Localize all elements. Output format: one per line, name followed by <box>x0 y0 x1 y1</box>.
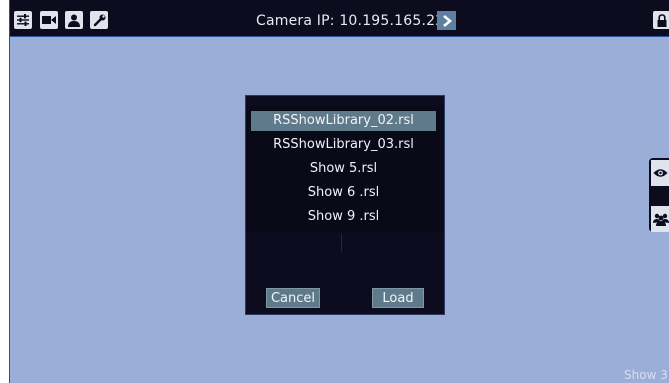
load-button[interactable]: Load <box>372 288 424 308</box>
file-list-item[interactable]: Show 5.rsl <box>251 159 436 179</box>
file-list-item[interactable]: RSShowLibrary_03.rsl <box>251 135 436 155</box>
group-icon <box>652 213 669 226</box>
side-panel <box>649 158 669 232</box>
file-list-item[interactable]: Show 9 .rsl <box>251 207 436 227</box>
camera-button[interactable] <box>40 11 58 29</box>
eye-icon <box>653 169 668 177</box>
view-button[interactable] <box>651 160 669 186</box>
file-list[interactable]: RSShowLibrary_02.rsl RSShowLibrary_03.rs… <box>246 106 444 232</box>
lock-icon <box>657 13 666 27</box>
main-viewport: Camera IP: 10.195.165.22 RSShowLibrary_0… <box>9 0 669 383</box>
user-icon <box>68 14 80 27</box>
top-toolbar: Camera IP: 10.195.165.22 <box>10 0 669 37</box>
user-button[interactable] <box>65 11 83 29</box>
file-list-item[interactable]: RSShowLibrary_02.rsl <box>251 111 436 131</box>
divider <box>341 234 342 252</box>
file-list-item[interactable]: Show 6 .rsl <box>251 183 436 203</box>
chevron-right-icon <box>442 14 452 27</box>
load-show-dialog: RSShowLibrary_02.rsl RSShowLibrary_03.rs… <box>245 95 445 315</box>
camera-ip-label: Camera IP: 10.195.165.22 <box>256 13 445 29</box>
next-camera-button[interactable] <box>437 11 456 30</box>
lock-button[interactable] <box>653 11 669 29</box>
settings-button[interactable] <box>14 11 32 29</box>
video-camera-icon <box>42 16 56 24</box>
wrench-icon <box>93 14 105 26</box>
group-button[interactable] <box>651 206 669 232</box>
sliders-icon <box>17 14 29 26</box>
tools-button[interactable] <box>90 11 108 29</box>
current-show-label: Show 3 <box>624 368 668 382</box>
cancel-button[interactable]: Cancel <box>266 288 320 308</box>
